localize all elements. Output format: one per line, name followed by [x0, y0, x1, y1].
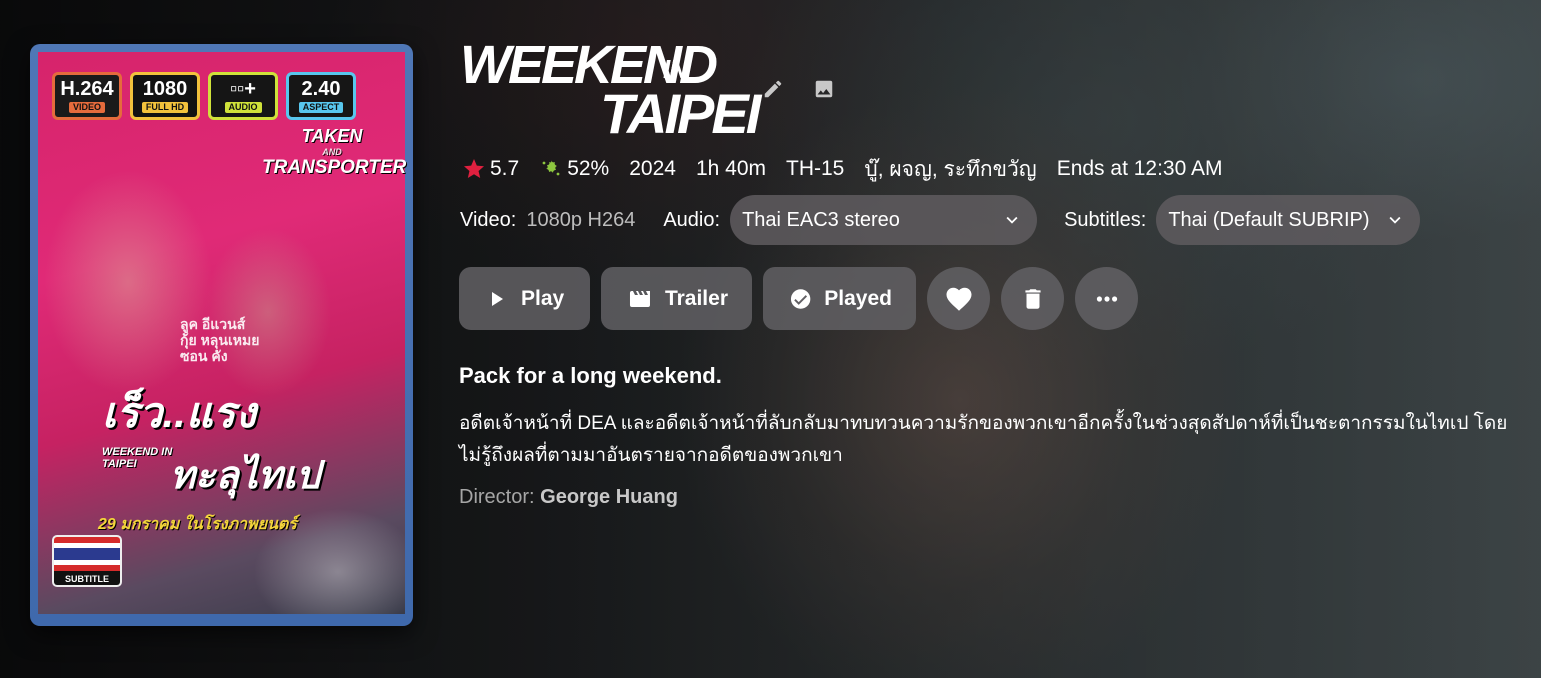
critic-rating: 52% [539, 157, 609, 181]
poster-tagline-top: TAKEN [301, 126, 363, 146]
check-circle-icon [790, 288, 811, 309]
audio-select-value: Thai EAC3 stereo [742, 208, 900, 231]
splat-icon [542, 160, 560, 176]
title-logo: WEEKEND IN TAIPEI [460, 38, 761, 142]
play-button[interactable]: Play [459, 267, 590, 330]
subtitle-badge-label: SUBTITLE [54, 571, 120, 585]
critic-value: 52% [567, 157, 610, 180]
image-icon [815, 80, 833, 98]
badge-value: 1080 [142, 78, 188, 100]
poster-small-title-line: WEEKEND IN [102, 446, 173, 458]
trash-icon [1024, 288, 1041, 309]
subtitles-select-value: Thai (Default SUBRIP) [1168, 208, 1370, 231]
poster-cast-line: ลูค อีแวนส์ [180, 316, 246, 332]
chevron-down-icon [1389, 216, 1401, 224]
runtime: 1h 40m [695, 157, 766, 180]
poster-tagline-bottom: TRANSPORTER [262, 157, 407, 178]
subtitle-flag-badge: SUBTITLE [52, 535, 122, 587]
poster-cast: ลูค อีแวนส์ กุ้ย หลุนเหมย ซอน คัง [180, 316, 259, 364]
subtitles-label: Subtitles: [1064, 208, 1147, 231]
stream-selectors: Video: 1080p H264 Audio: Thai EAC3 stere… [460, 195, 1421, 245]
poster-release-date: 29 มกราคม ในโรงภาพยนตร์ [98, 516, 297, 533]
edit-images-button[interactable] [810, 75, 838, 103]
action-bar: Play Trailer Played [459, 267, 1138, 330]
video-value: 1080p H264 [526, 208, 636, 231]
poster-case[interactable]: H.264 VIDEO 1080 FULL HD ▫▫+ AUDIO 2.40 … [30, 44, 413, 626]
resolution-badge: 1080 FULL HD [130, 72, 200, 120]
trailer-button-label: Trailer [664, 286, 728, 310]
video-label: Video: [460, 208, 517, 231]
poster-small-title: WEEKEND IN TAIPEI [102, 446, 172, 470]
pencil-icon [764, 80, 782, 98]
ends-at: Ends at 12:30 AM [1056, 157, 1223, 180]
title-line2: TAIPEI [600, 82, 761, 145]
certification: TH-15 [786, 157, 845, 180]
more-options-button[interactable] [1075, 267, 1138, 330]
director-name-link[interactable]: George Huang [540, 486, 678, 508]
poster-cast-line: กุ้ย หลุนเหมย [180, 332, 260, 348]
poster-thai-title: เร็ว..แรง [102, 389, 256, 436]
played-button-label: Played [824, 286, 892, 310]
genres: บู๊, ผจญ, ระทึกขวัญ [864, 157, 1037, 181]
chevron-down-icon [1006, 216, 1018, 224]
poster-cast-line: ซอน คัง [180, 348, 228, 364]
aspect-badge: 2.40 ASPECT [286, 72, 356, 120]
trailer-button[interactable]: Trailer [601, 267, 752, 330]
delete-button[interactable] [1001, 267, 1064, 330]
badge-label: FULL HD [141, 102, 189, 113]
poster-tagline: TAKEN AND TRANSPORTER [262, 126, 407, 179]
badge-value: ▫▫+ [230, 78, 256, 100]
director-label: Director: [459, 486, 535, 508]
badge-label: VIDEO [68, 102, 105, 113]
subtitles-select[interactable]: Thai (Default SUBRIP) [1156, 195, 1421, 245]
director-line: Director: George Huang [459, 486, 678, 509]
community-rating: 5.7 [462, 157, 519, 181]
edit-metadata-button[interactable] [759, 75, 787, 103]
more-horiz-icon [1096, 295, 1117, 302]
video-codec-badge: H.264 VIDEO [52, 72, 122, 120]
audio-label: Audio: [663, 208, 721, 231]
metadata-row: 5.7 52% 2024 1h 40m TH-15 บู๊, ผจญ, ระทึ… [462, 152, 1222, 186]
rating-value: 5.7 [490, 157, 520, 180]
media-badges: H.264 VIDEO 1080 FULL HD ▫▫+ AUDIO 2.40 … [52, 72, 356, 120]
played-button[interactable]: Played [763, 267, 916, 330]
overview-text: อดีตเจ้าหน้าที่ DEA และอดีตเจ้าหน้าที่ลั… [459, 413, 1508, 466]
poster-tagline-mid: AND [322, 147, 342, 157]
favorite-button[interactable] [927, 267, 990, 330]
badge-label: ASPECT [298, 102, 344, 113]
tagline: Pack for a long weekend. [459, 363, 722, 388]
play-icon [492, 291, 503, 306]
heart-icon [946, 287, 971, 311]
audio-badge: ▫▫+ AUDIO [208, 72, 278, 120]
badge-label: AUDIO [224, 102, 262, 113]
play-button-label: Play [521, 286, 565, 310]
poster-small-title-line: TAIPEI [102, 458, 137, 470]
flag-icon [54, 537, 120, 571]
badge-value: H.264 [60, 78, 114, 100]
year: 2024 [629, 157, 676, 180]
clapperboard-icon [629, 290, 650, 307]
poster-thai-subtitle: ทะลุไทเป [170, 455, 321, 497]
audio-select[interactable]: Thai EAC3 stereo [730, 195, 1038, 245]
badge-value: 2.40 [301, 78, 341, 100]
title-line1b: IN [663, 54, 688, 84]
star-icon [464, 159, 484, 178]
